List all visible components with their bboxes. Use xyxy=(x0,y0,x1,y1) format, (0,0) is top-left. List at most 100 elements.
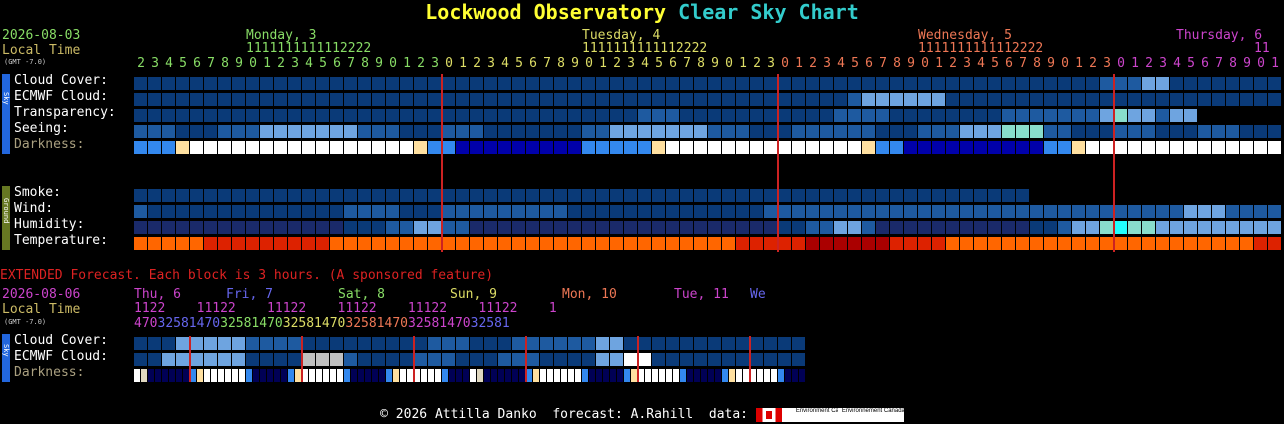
forecast-block[interactable] xyxy=(610,77,623,90)
forecast-block[interactable] xyxy=(960,109,973,122)
forecast-block[interactable] xyxy=(862,125,875,138)
forecast-block[interactable] xyxy=(288,109,301,122)
forecast-block[interactable] xyxy=(1240,77,1253,90)
forecast-block[interactable] xyxy=(148,237,161,250)
extended-forecast-block[interactable] xyxy=(771,369,777,382)
forecast-block[interactable] xyxy=(1128,237,1141,250)
extended-forecast-block[interactable] xyxy=(708,353,721,366)
forecast-block[interactable] xyxy=(680,93,693,106)
forecast-block[interactable] xyxy=(610,93,623,106)
extended-forecast-block[interactable] xyxy=(162,337,175,350)
forecast-block[interactable] xyxy=(596,109,609,122)
forecast-block[interactable] xyxy=(554,205,567,218)
forecast-block[interactable] xyxy=(512,237,525,250)
forecast-block[interactable] xyxy=(1184,77,1197,90)
forecast-block[interactable] xyxy=(1128,93,1141,106)
forecast-block[interactable] xyxy=(372,205,385,218)
forecast-block[interactable] xyxy=(946,93,959,106)
forecast-block[interactable] xyxy=(428,189,441,202)
forecast-block[interactable] xyxy=(204,77,217,90)
forecast-block[interactable] xyxy=(624,221,637,234)
extended-forecast-block[interactable] xyxy=(316,353,329,366)
extended-forecast-block[interactable] xyxy=(547,369,553,382)
extended-forecast-block[interactable] xyxy=(694,353,707,366)
forecast-block[interactable] xyxy=(694,205,707,218)
extended-forecast-block[interactable] xyxy=(568,337,581,350)
forecast-block[interactable] xyxy=(1254,141,1267,154)
forecast-block[interactable] xyxy=(778,205,791,218)
extended-forecast-block[interactable] xyxy=(708,337,721,350)
forecast-block[interactable] xyxy=(274,237,287,250)
forecast-block[interactable] xyxy=(708,141,721,154)
forecast-block[interactable] xyxy=(988,237,1001,250)
forecast-block[interactable] xyxy=(988,205,1001,218)
forecast-block[interactable] xyxy=(974,93,987,106)
forecast-block[interactable] xyxy=(470,109,483,122)
forecast-block[interactable] xyxy=(904,205,917,218)
forecast-block[interactable] xyxy=(1198,205,1211,218)
forecast-block[interactable] xyxy=(792,189,805,202)
forecast-block[interactable] xyxy=(428,221,441,234)
forecast-block[interactable] xyxy=(792,141,805,154)
forecast-block[interactable] xyxy=(638,237,651,250)
forecast-block[interactable] xyxy=(386,125,399,138)
forecast-block[interactable] xyxy=(862,77,875,90)
forecast-block[interactable] xyxy=(1030,109,1043,122)
forecast-block[interactable] xyxy=(568,125,581,138)
forecast-block[interactable] xyxy=(806,189,819,202)
forecast-block[interactable] xyxy=(778,221,791,234)
forecast-block[interactable] xyxy=(848,77,861,90)
forecast-block[interactable] xyxy=(176,109,189,122)
forecast-block[interactable] xyxy=(876,221,889,234)
forecast-block[interactable] xyxy=(260,77,273,90)
extended-forecast-block[interactable] xyxy=(358,353,371,366)
forecast-block[interactable] xyxy=(974,205,987,218)
forecast-block[interactable] xyxy=(232,141,245,154)
forecast-block[interactable] xyxy=(372,109,385,122)
extended-forecast-block[interactable] xyxy=(190,337,203,350)
forecast-block[interactable] xyxy=(568,189,581,202)
forecast-block[interactable] xyxy=(344,77,357,90)
forecast-block[interactable] xyxy=(470,93,483,106)
extended-forecast-block[interactable] xyxy=(281,369,287,382)
extended-forecast-block[interactable] xyxy=(428,337,441,350)
forecast-block[interactable] xyxy=(288,189,301,202)
forecast-block[interactable] xyxy=(218,93,231,106)
forecast-block[interactable] xyxy=(1170,221,1183,234)
forecast-block[interactable] xyxy=(148,189,161,202)
forecast-block[interactable] xyxy=(484,189,497,202)
extended-forecast-block[interactable] xyxy=(491,369,497,382)
forecast-block[interactable] xyxy=(610,237,623,250)
forecast-block[interactable] xyxy=(848,125,861,138)
forecast-block[interactable] xyxy=(484,77,497,90)
forecast-block[interactable] xyxy=(218,109,231,122)
forecast-block[interactable] xyxy=(1100,237,1113,250)
forecast-block[interactable] xyxy=(820,189,833,202)
forecast-block[interactable] xyxy=(176,205,189,218)
forecast-block[interactable] xyxy=(344,221,357,234)
forecast-block[interactable] xyxy=(1072,237,1085,250)
forecast-block[interactable] xyxy=(330,77,343,90)
extended-forecast-block[interactable] xyxy=(330,353,343,366)
forecast-block[interactable] xyxy=(1254,221,1267,234)
forecast-block[interactable] xyxy=(1212,125,1225,138)
forecast-block[interactable] xyxy=(862,237,875,250)
extended-forecast-block[interactable] xyxy=(316,337,329,350)
forecast-block[interactable] xyxy=(260,109,273,122)
forecast-block[interactable] xyxy=(1086,237,1099,250)
forecast-block[interactable] xyxy=(330,237,343,250)
forecast-block[interactable] xyxy=(456,125,469,138)
forecast-block[interactable] xyxy=(1184,221,1197,234)
forecast-block[interactable] xyxy=(1198,141,1211,154)
extended-forecast-block[interactable] xyxy=(722,353,735,366)
extended-forecast-block[interactable] xyxy=(274,337,287,350)
forecast-block[interactable] xyxy=(204,109,217,122)
forecast-block[interactable] xyxy=(540,205,553,218)
forecast-block[interactable] xyxy=(134,237,147,250)
forecast-block[interactable] xyxy=(666,189,679,202)
forecast-block[interactable] xyxy=(1142,77,1155,90)
forecast-block[interactable] xyxy=(442,77,455,90)
extended-forecast-block[interactable] xyxy=(680,337,693,350)
forecast-block[interactable] xyxy=(148,125,161,138)
forecast-block[interactable] xyxy=(680,109,693,122)
